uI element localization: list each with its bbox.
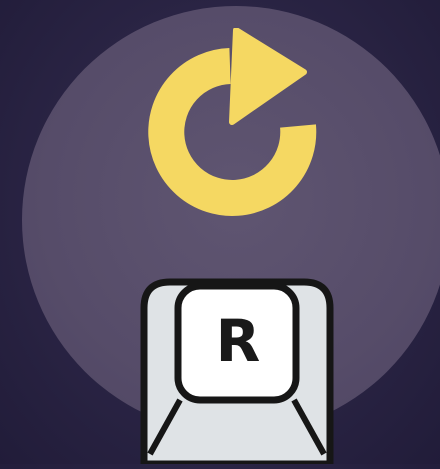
shortcut-illustration: R [0,0,440,468]
reload-icon [144,27,328,236]
key-label: R [215,307,261,375]
